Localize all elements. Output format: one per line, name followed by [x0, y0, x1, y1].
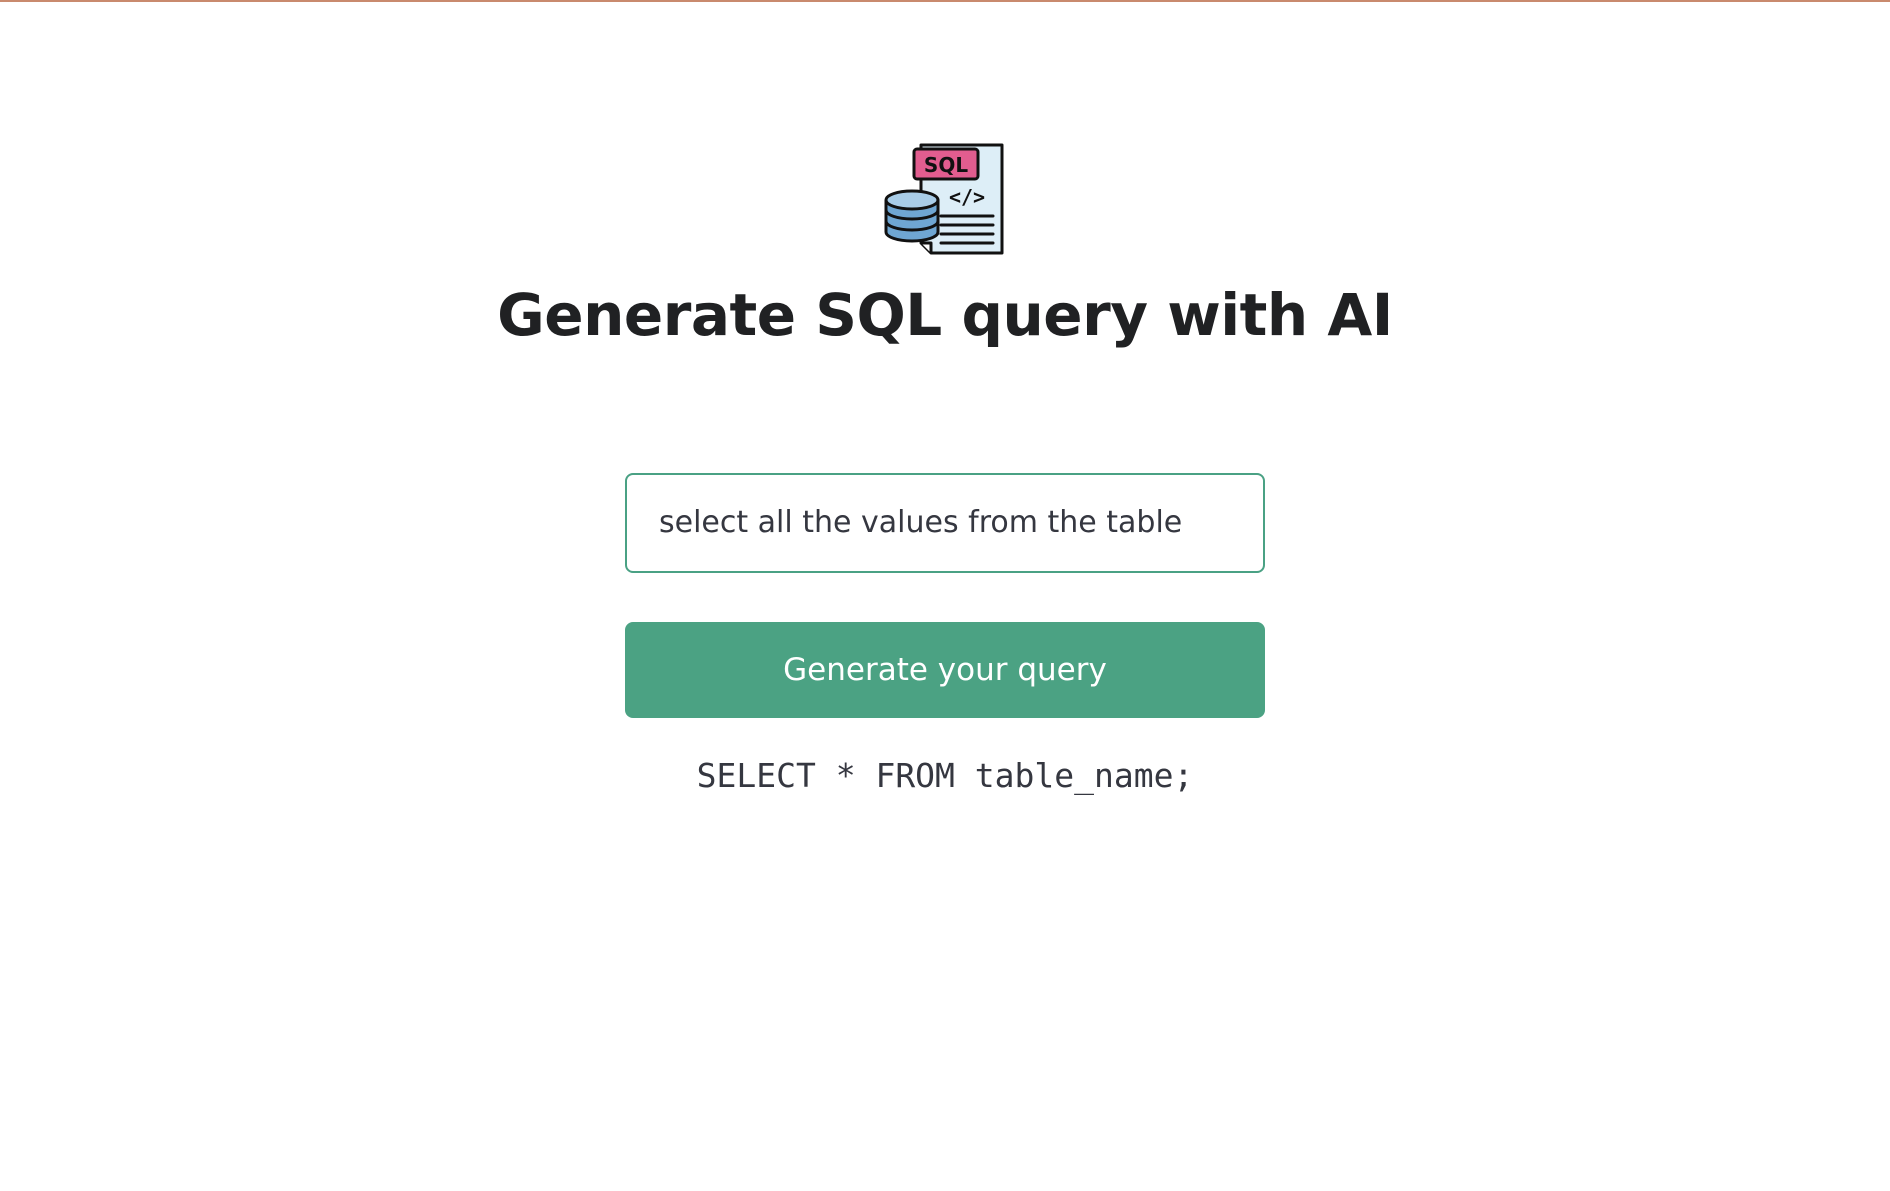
page-title: Generate SQL query with AI — [497, 281, 1393, 349]
generated-sql-output: SELECT * FROM table_name; — [696, 755, 1194, 795]
main-container: SQL </> Generate SQL query with AI Gener… — [0, 0, 1890, 795]
generate-query-button[interactable]: Generate your query — [625, 621, 1265, 718]
sql-badge-text: SQL — [924, 153, 968, 177]
query-prompt-input[interactable] — [625, 472, 1265, 573]
code-glyph: </> — [949, 185, 985, 209]
sql-database-document-icon: SQL </> — [884, 143, 1004, 255]
